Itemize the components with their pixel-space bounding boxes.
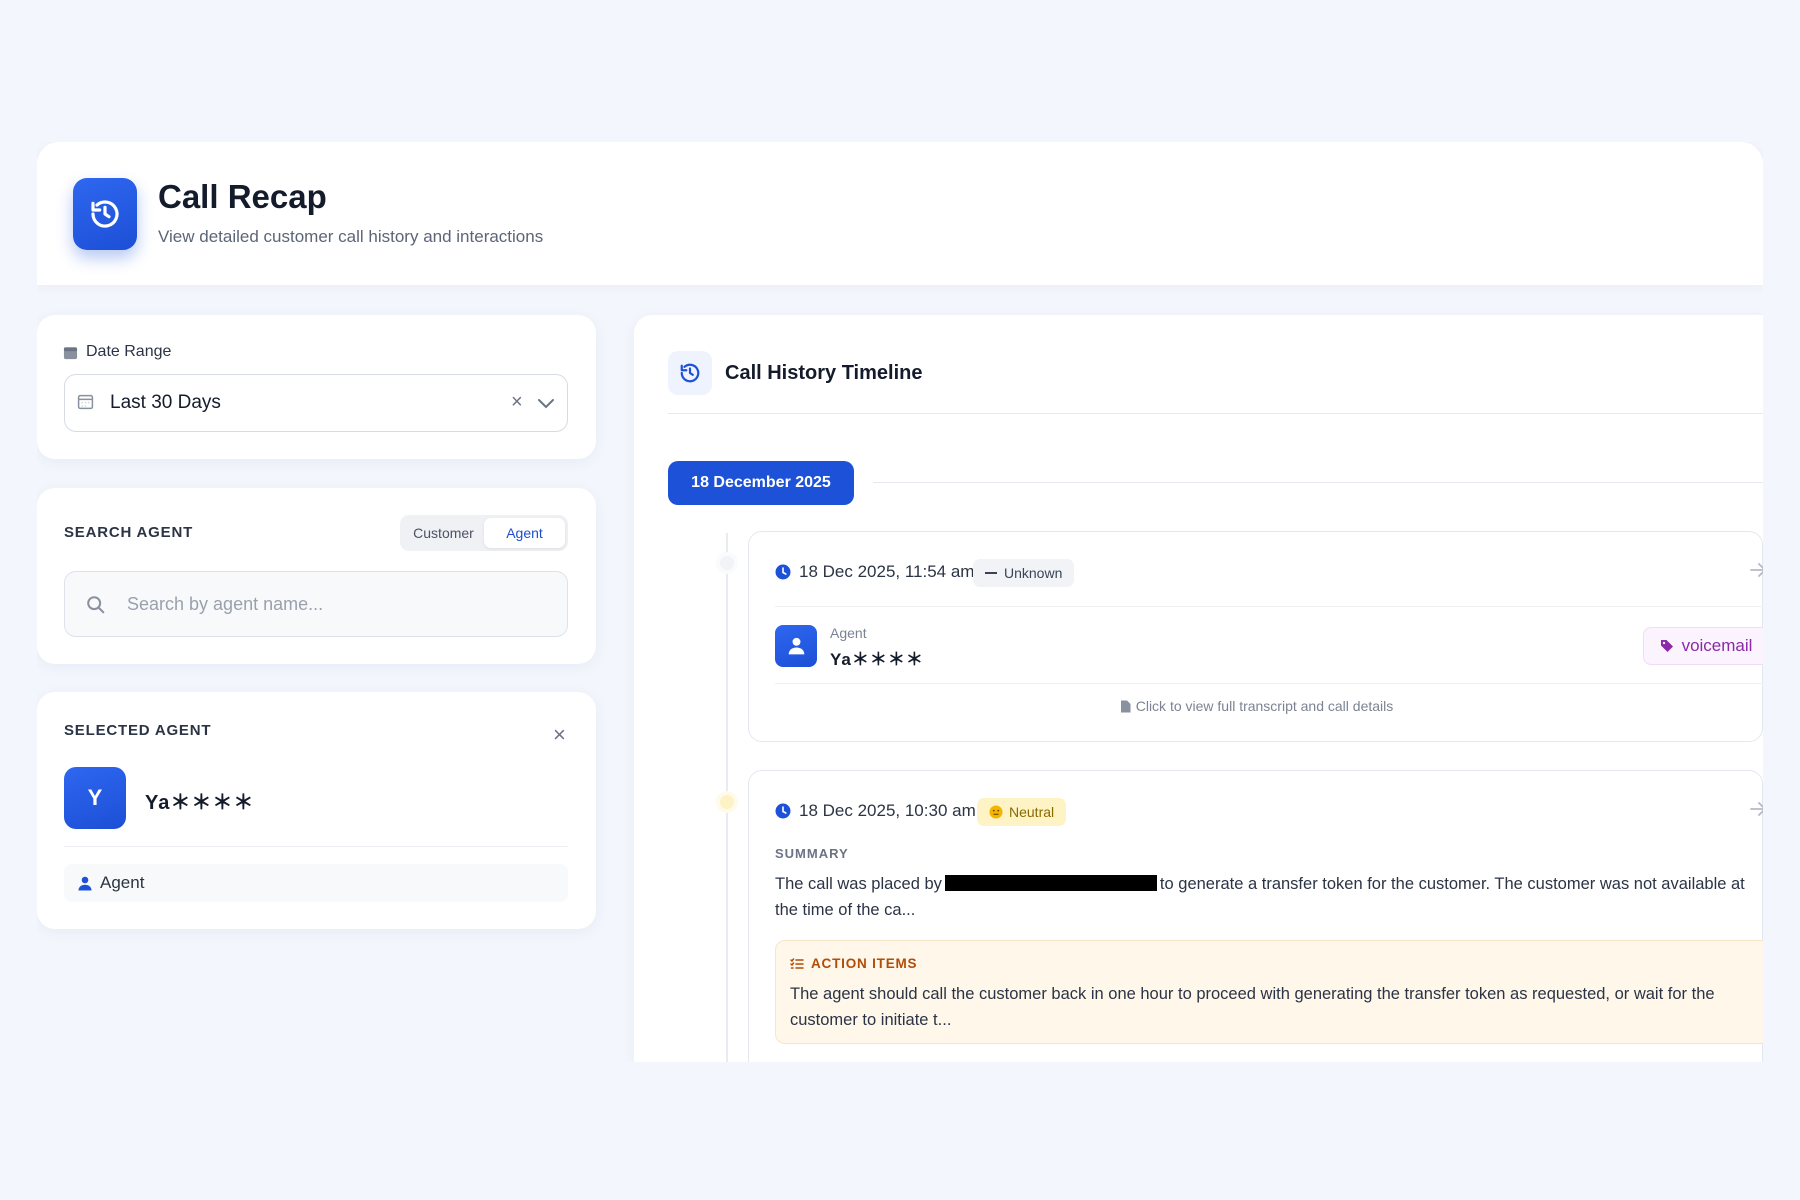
arrow-right-icon[interactable] bbox=[1749, 562, 1763, 578]
divider bbox=[873, 482, 1763, 483]
agent-role: Agent bbox=[830, 625, 867, 641]
divider bbox=[668, 413, 1763, 414]
transcript-link-text: Click to view full transcript and call d… bbox=[1135, 698, 1394, 714]
divider bbox=[775, 683, 1763, 684]
selected-agent-label: SELECTED AGENT bbox=[64, 722, 212, 739]
search-type-toggle: Customer Agent bbox=[400, 515, 568, 551]
tag-icon bbox=[1660, 640, 1673, 652]
toggle-agent[interactable]: Agent bbox=[484, 518, 565, 548]
search-icon bbox=[87, 596, 105, 614]
call-time-text: 18 Dec 2025, 10:30 am bbox=[799, 801, 976, 820]
call-card[interactable]: 18 Dec 2025, 10:30 am Neutral SUMMARY Th… bbox=[748, 770, 1763, 1062]
agent-name: Ya＊＊＊＊ bbox=[830, 650, 924, 669]
tag-text: voicemail bbox=[1681, 636, 1753, 655]
call-time-text: 18 Dec 2025, 11:54 am bbox=[799, 562, 975, 581]
agent-role-row: Agent bbox=[64, 864, 568, 902]
action-items-text: The agent should call the customer back … bbox=[790, 985, 1715, 1029]
sentiment-text: Neutral bbox=[1009, 804, 1055, 820]
calendar-icon bbox=[63, 346, 78, 359]
date-range-select[interactable]: Last 30 Days × bbox=[64, 374, 568, 432]
sentiment-badge: Neutral bbox=[977, 798, 1067, 826]
document-icon bbox=[1120, 700, 1131, 713]
dash-icon bbox=[985, 572, 997, 574]
chevron-down-icon[interactable] bbox=[535, 389, 557, 417]
timeline-title: Call History Timeline bbox=[725, 362, 923, 384]
sentiment-badge: Unknown bbox=[973, 559, 1075, 587]
page-header: Call Recap View detailed customer call h… bbox=[37, 142, 1763, 285]
app-frame: Call Recap View detailed customer call h… bbox=[37, 142, 1763, 1062]
summary-text: The call was placed by to generate a tran… bbox=[775, 871, 1763, 923]
sentiment-text: Unknown bbox=[1004, 565, 1063, 581]
search-agent-card: SEARCH AGENT Customer Agent bbox=[37, 488, 596, 664]
avatar: Y bbox=[64, 767, 126, 829]
date-group-pill: 18 December 2025 bbox=[668, 461, 854, 505]
calendar-icon bbox=[77, 394, 94, 410]
redacted-block bbox=[944, 875, 1157, 891]
user-icon bbox=[78, 876, 92, 890]
history-icon bbox=[668, 351, 712, 395]
user-icon bbox=[788, 637, 804, 655]
date-range-label-text: Date Range bbox=[86, 343, 172, 360]
action-items-label: ACTION ITEMS bbox=[790, 956, 917, 971]
search-input[interactable] bbox=[127, 586, 547, 622]
agent-avatar bbox=[775, 625, 817, 667]
summary-before: The call was placed by bbox=[775, 875, 942, 893]
selected-agent-name: Ya＊＊＊＊ bbox=[145, 792, 255, 814]
date-range-value: Last 30 Days bbox=[110, 392, 221, 413]
page-subtitle: View detailed customer call history and … bbox=[158, 227, 544, 246]
selected-agent-card: SELECTED AGENT × Y Ya＊＊＊＊ Agent bbox=[37, 692, 596, 929]
page-title: Call Recap bbox=[158, 178, 327, 215]
clock-icon bbox=[775, 803, 791, 819]
call-history-timeline: Call History Timeline 18 December 2025 1… bbox=[634, 315, 1763, 1062]
call-card[interactable]: 18 Dec 2025, 11:54 am Unknown Agent Ya＊＊… bbox=[748, 531, 1763, 742]
call-time: 18 Dec 2025, 11:54 am bbox=[775, 562, 974, 582]
history-icon bbox=[73, 178, 137, 250]
call-time: 18 Dec 2025, 10:30 am bbox=[775, 801, 976, 821]
search-box bbox=[64, 571, 568, 637]
summary-label: SUMMARY bbox=[775, 846, 849, 861]
view-transcript-link[interactable]: Click to view full transcript and call d… bbox=[749, 698, 1763, 714]
timeline-dot bbox=[716, 552, 738, 574]
clock-icon bbox=[775, 564, 791, 580]
tag-badge: voicemail bbox=[1643, 627, 1763, 665]
close-icon[interactable]: × bbox=[553, 722, 566, 748]
list-check-icon bbox=[790, 957, 804, 969]
divider bbox=[64, 846, 568, 847]
arrow-right-icon[interactable] bbox=[1749, 801, 1763, 817]
toggle-customer[interactable]: Customer bbox=[403, 518, 484, 548]
clear-icon[interactable]: × bbox=[511, 391, 523, 414]
divider bbox=[775, 606, 1763, 607]
neutral-face-icon bbox=[989, 805, 1003, 819]
agent-role-text: Agent bbox=[100, 873, 145, 892]
action-items-box: ACTION ITEMS The agent should call the c… bbox=[775, 940, 1763, 1044]
timeline-dot bbox=[716, 791, 738, 813]
action-items-label-text: ACTION ITEMS bbox=[811, 956, 918, 971]
date-range-card: Date Range Last 30 Days × bbox=[37, 315, 596, 459]
search-agent-label: SEARCH AGENT bbox=[64, 524, 194, 541]
date-range-label: Date Range bbox=[63, 343, 171, 361]
